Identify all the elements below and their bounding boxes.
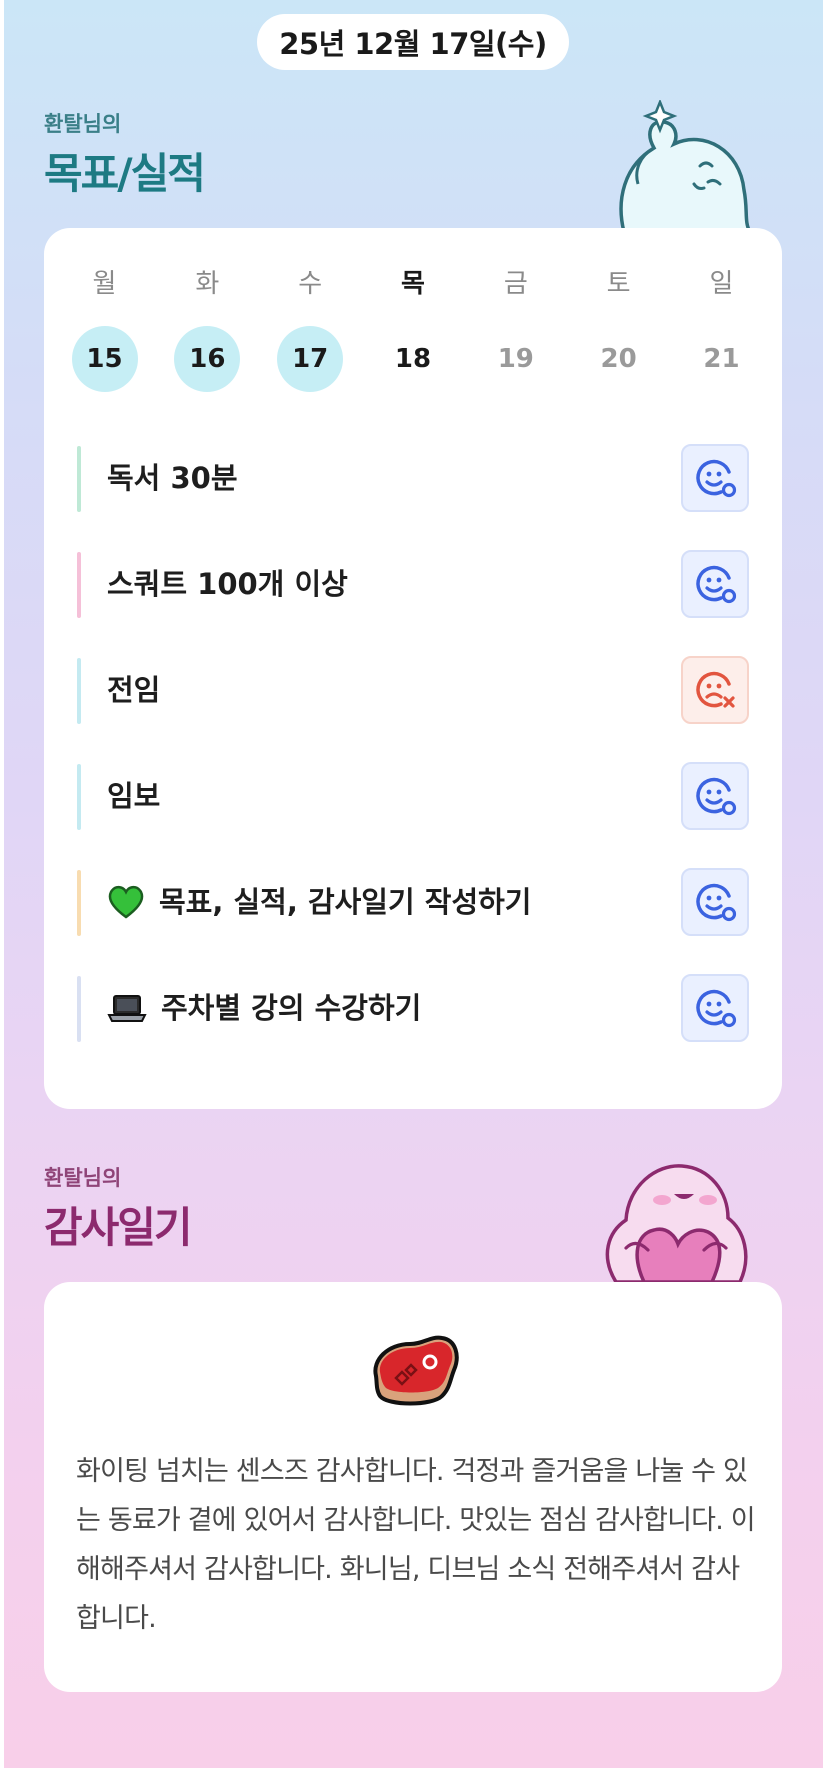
gratitude-diary-card: 화이팅 넘치는 센스즈 감사합니다. 걱정과 즐거움을 나눌 수 있는 동료가 … [44, 1282, 782, 1692]
goals-card: 월 15 화 16 수 17 목 18 금 19 토 20 일 21 독서 30… [44, 228, 782, 1109]
goal-label: 전임 [107, 656, 160, 724]
day-name: 금 [503, 269, 528, 299]
diary-subtitle: 환탈님의 [44, 1166, 122, 1190]
smile-check-icon [696, 459, 737, 498]
waving-ghost-mascot-icon [619, 100, 753, 232]
meat-icon [373, 1335, 459, 1406]
goal-color-bar [77, 552, 81, 618]
day-sat[interactable]: 토 20 [568, 264, 669, 392]
goal-text: 주차별 강의 수강하기 [161, 991, 422, 1025]
day-mon[interactable]: 월 15 [54, 264, 155, 392]
smile-check-icon [696, 989, 737, 1028]
smile-check-icon [696, 777, 737, 816]
day-tue[interactable]: 화 16 [157, 264, 258, 392]
day-number: 21 [703, 344, 740, 374]
day-thu[interactable]: 목 18 [362, 264, 463, 392]
goal-item[interactable]: 스쿼트 100개 이상 [77, 550, 749, 618]
day-fri[interactable]: 금 19 [465, 264, 566, 392]
goal-status-success-button[interactable] [681, 444, 749, 512]
day-name: 토 [606, 269, 631, 299]
goal-label: 독서 30분 [107, 444, 238, 512]
goal-text: 독서 30분 [107, 461, 238, 495]
goal-label: 목표, 실적, 감사일기 작성하기 [107, 868, 531, 936]
goal-item[interactable]: 독서 30분 [77, 444, 749, 512]
heart-hugging-mascot-icon [605, 1164, 748, 1282]
gratitude-diary-text: 화이팅 넘치는 센스즈 감사합니다. 걱정과 즐거움을 나눌 수 있는 동료가 … [76, 1456, 756, 1634]
week-calendar: 월 15 화 16 수 17 목 18 금 19 토 20 일 21 [54, 264, 772, 392]
laptop-icon [107, 993, 147, 1023]
goal-color-bar [77, 764, 81, 830]
goal-item[interactable]: 주차별 강의 수강하기 [77, 974, 749, 1042]
goal-text: 스쿼트 100개 이상 [107, 567, 348, 601]
goal-status-success-button[interactable] [681, 974, 749, 1042]
goal-label: 임보 [107, 762, 160, 830]
goal-status-fail-button[interactable] [681, 656, 749, 724]
goal-color-bar [77, 446, 81, 512]
day-sun[interactable]: 일 21 [671, 264, 772, 392]
day-number: 18 [394, 344, 432, 374]
goal-text: 목표, 실적, 감사일기 작성하기 [159, 885, 532, 919]
smile-check-icon [696, 565, 737, 604]
goal-color-bar [77, 976, 81, 1042]
green-heart-icon [107, 885, 145, 919]
goal-diary-page: 25년 12월 17일(수) 환탈님의 목표/실적 월 15 화 16 수 17 [4, 0, 823, 1768]
goal-text: 전임 [107, 673, 161, 707]
goal-status-success-button[interactable] [681, 762, 749, 830]
goal-color-bar [77, 658, 81, 724]
goal-status-success-button[interactable] [681, 868, 749, 936]
day-number: 16 [174, 326, 241, 392]
goal-color-bar [77, 870, 81, 936]
smile-check-icon [696, 883, 737, 922]
day-name: 일 [709, 269, 734, 299]
goal-item[interactable]: 임보 [77, 762, 749, 830]
day-number: 15 [71, 326, 138, 392]
date-badge: 25년 12월 17일(수) [257, 14, 569, 70]
day-wed[interactable]: 수 17 [260, 264, 361, 392]
day-number: 17 [277, 326, 344, 392]
day-name: 목 [401, 269, 425, 299]
day-name: 월 [92, 269, 117, 299]
day-name: 수 [298, 269, 323, 299]
goals-subtitle: 환탈님의 [44, 112, 122, 136]
day-name: 화 [195, 269, 220, 299]
goals-title: 목표/실적 [44, 149, 206, 198]
day-number: 20 [600, 344, 637, 374]
diary-title: 감사일기 [44, 1203, 193, 1252]
goal-text: 임보 [107, 779, 161, 813]
goal-label: 주차별 강의 수강하기 [107, 974, 421, 1042]
goal-label: 스쿼트 100개 이상 [107, 550, 348, 618]
goal-item[interactable]: 목표, 실적, 감사일기 작성하기 [77, 868, 749, 936]
day-number: 19 [497, 344, 534, 374]
sad-x-icon [696, 671, 735, 708]
goal-status-success-button[interactable] [681, 550, 749, 618]
goal-item[interactable]: 전임 [77, 656, 749, 724]
